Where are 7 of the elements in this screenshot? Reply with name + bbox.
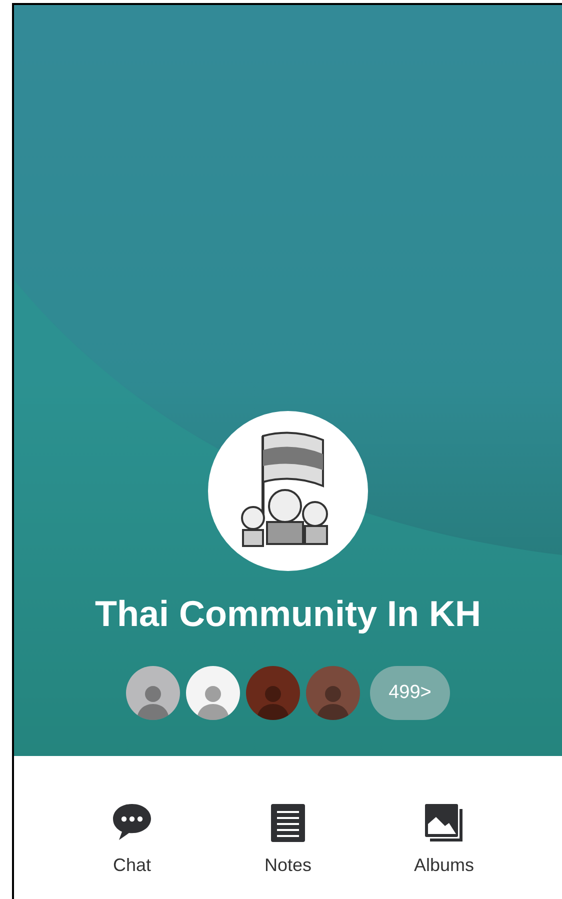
chat-bubble-icon	[111, 802, 153, 842]
photo-album-icon	[425, 804, 463, 842]
tab-button[interactable]: Notes	[233, 800, 343, 879]
group-name: Thai Community In KH	[95, 592, 481, 636]
tab-button[interactable]: Albums	[389, 800, 499, 879]
notes-icon	[271, 804, 305, 842]
tab-button[interactable]: Chat	[77, 800, 187, 879]
